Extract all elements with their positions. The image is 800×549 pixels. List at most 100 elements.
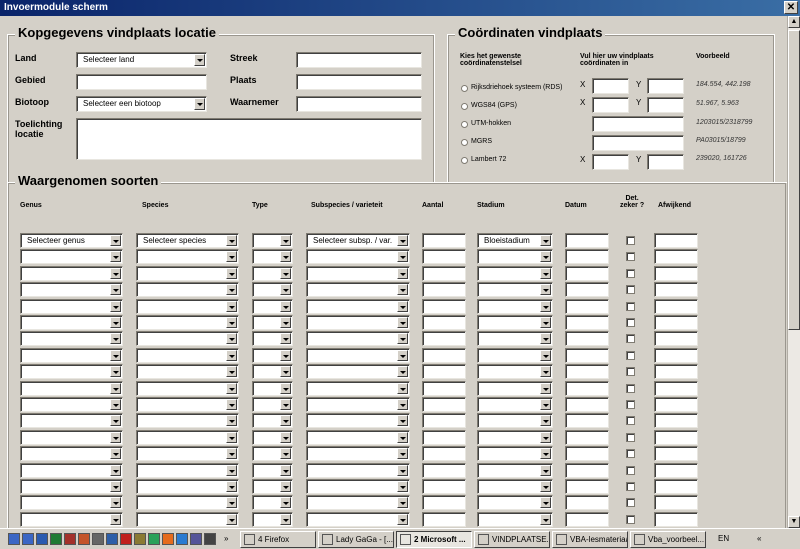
chevron-down-icon[interactable] — [194, 54, 205, 66]
aantal-input[interactable] — [422, 463, 466, 478]
rds-x-input[interactable] — [592, 78, 629, 94]
chevron-down-icon[interactable] — [397, 465, 408, 476]
chevron-down-icon[interactable] — [397, 497, 408, 508]
chevron-down-icon[interactable] — [540, 284, 551, 295]
chevron-down-icon[interactable] — [226, 514, 237, 525]
species-select[interactable] — [136, 430, 239, 445]
chevron-down-icon[interactable] — [280, 383, 291, 394]
aantal-input[interactable] — [422, 331, 466, 346]
stadium-select[interactable] — [477, 413, 553, 428]
language-indicator[interactable]: EN — [718, 531, 729, 548]
aantal-input[interactable] — [422, 282, 466, 297]
afwijkend-input[interactable] — [654, 463, 698, 478]
det-zeker-checkbox[interactable] — [626, 400, 635, 409]
aantal-input[interactable] — [422, 348, 466, 363]
datum-input[interactable] — [565, 413, 609, 428]
chevron-down-icon[interactable] — [226, 448, 237, 459]
chevron-down-icon[interactable] — [280, 333, 291, 344]
chevron-down-icon[interactable] — [397, 333, 408, 344]
type-select[interactable] — [252, 397, 293, 412]
powerpoint-icon[interactable] — [78, 533, 90, 545]
det-zeker-checkbox[interactable] — [626, 351, 635, 360]
chevron-down-icon[interactable] — [110, 399, 121, 410]
radio-utm[interactable] — [461, 121, 468, 128]
access-icon[interactable] — [64, 533, 76, 545]
det-zeker-checkbox[interactable] — [626, 449, 635, 458]
genus-select[interactable] — [20, 282, 123, 297]
genus-select[interactable] — [20, 348, 123, 363]
genus-select[interactable] — [20, 364, 123, 379]
species-select[interactable] — [136, 463, 239, 478]
taskbar-button[interactable]: Lady GaGa - [... — [318, 531, 394, 548]
datum-input[interactable] — [565, 249, 609, 264]
species-select[interactable] — [136, 249, 239, 264]
type-select[interactable] — [252, 413, 293, 428]
chevron-down-icon[interactable] — [110, 465, 121, 476]
subspecies-select[interactable] — [306, 315, 410, 330]
det-zeker-checkbox[interactable] — [626, 416, 635, 425]
radio-lambert[interactable] — [461, 157, 468, 164]
window-title-bar[interactable]: Invoermodule scherm ✕ — [0, 0, 800, 16]
afwijkend-input[interactable] — [654, 446, 698, 461]
type-select[interactable] — [252, 463, 293, 478]
species-select[interactable] — [136, 266, 239, 281]
subspecies-select[interactable] — [306, 282, 410, 297]
type-select[interactable] — [252, 364, 293, 379]
datum-input[interactable] — [565, 495, 609, 510]
graduation-icon[interactable] — [92, 533, 104, 545]
det-zeker-checkbox[interactable] — [626, 302, 635, 311]
genus-select[interactable]: Selecteer genus — [20, 233, 123, 248]
chevron-down-icon[interactable] — [280, 366, 291, 377]
ftp-icon[interactable] — [190, 533, 202, 545]
chevron-down-icon[interactable] — [540, 350, 551, 361]
subspecies-select[interactable]: Selecteer subsp. / var. — [306, 233, 410, 248]
det-zeker-checkbox[interactable] — [626, 367, 635, 376]
stadium-select[interactable] — [477, 348, 553, 363]
chevron-down-icon[interactable] — [397, 514, 408, 525]
genus-select[interactable] — [20, 495, 123, 510]
chevron-down-icon[interactable] — [226, 432, 237, 443]
stadium-select[interactable] — [477, 364, 553, 379]
datum-input[interactable] — [565, 233, 609, 248]
genus-select[interactable] — [20, 446, 123, 461]
biotoop-select[interactable]: Selecteer een biotoop — [76, 96, 207, 112]
chevron-down-icon[interactable] — [110, 301, 121, 312]
chevron-down-icon[interactable] — [226, 350, 237, 361]
excel-icon[interactable] — [50, 533, 62, 545]
afwijkend-input[interactable] — [654, 397, 698, 412]
afwijkend-input[interactable] — [654, 315, 698, 330]
chevron-down-icon[interactable] — [226, 317, 237, 328]
chevron-down-icon[interactable] — [110, 415, 121, 426]
chevron-down-icon[interactable] — [540, 399, 551, 410]
genus-select[interactable] — [20, 315, 123, 330]
type-select[interactable] — [252, 315, 293, 330]
chevron-down-icon[interactable] — [397, 350, 408, 361]
toelichting-textarea[interactable] — [76, 118, 422, 160]
stadium-select[interactable] — [477, 331, 553, 346]
subspecies-select[interactable] — [306, 299, 410, 314]
land-select[interactable]: Selecteer land — [76, 52, 207, 68]
stadium-select[interactable] — [477, 249, 553, 264]
sync-icon[interactable] — [148, 533, 160, 545]
chevron-down-icon[interactable] — [540, 268, 551, 279]
aantal-input[interactable] — [422, 233, 466, 248]
subspecies-select[interactable] — [306, 266, 410, 281]
chevron-down-icon[interactable] — [280, 350, 291, 361]
chevron-down-icon[interactable] — [540, 235, 551, 246]
datum-input[interactable] — [565, 463, 609, 478]
stadium-select[interactable] — [477, 315, 553, 330]
det-zeker-checkbox[interactable] — [626, 515, 635, 524]
aantal-input[interactable] — [422, 430, 466, 445]
chevron-down-icon[interactable] — [110, 268, 121, 279]
chevron-down-icon[interactable] — [540, 415, 551, 426]
ie-icon[interactable] — [176, 533, 188, 545]
stadium-select[interactable] — [477, 430, 553, 445]
genus-select[interactable] — [20, 266, 123, 281]
datum-input[interactable] — [565, 331, 609, 346]
chevron-down-icon[interactable] — [397, 317, 408, 328]
chevron-down-icon[interactable] — [226, 235, 237, 246]
subspecies-select[interactable] — [306, 495, 410, 510]
afwijkend-input[interactable] — [654, 299, 698, 314]
chevron-down-icon[interactable] — [397, 432, 408, 443]
datum-input[interactable] — [565, 446, 609, 461]
